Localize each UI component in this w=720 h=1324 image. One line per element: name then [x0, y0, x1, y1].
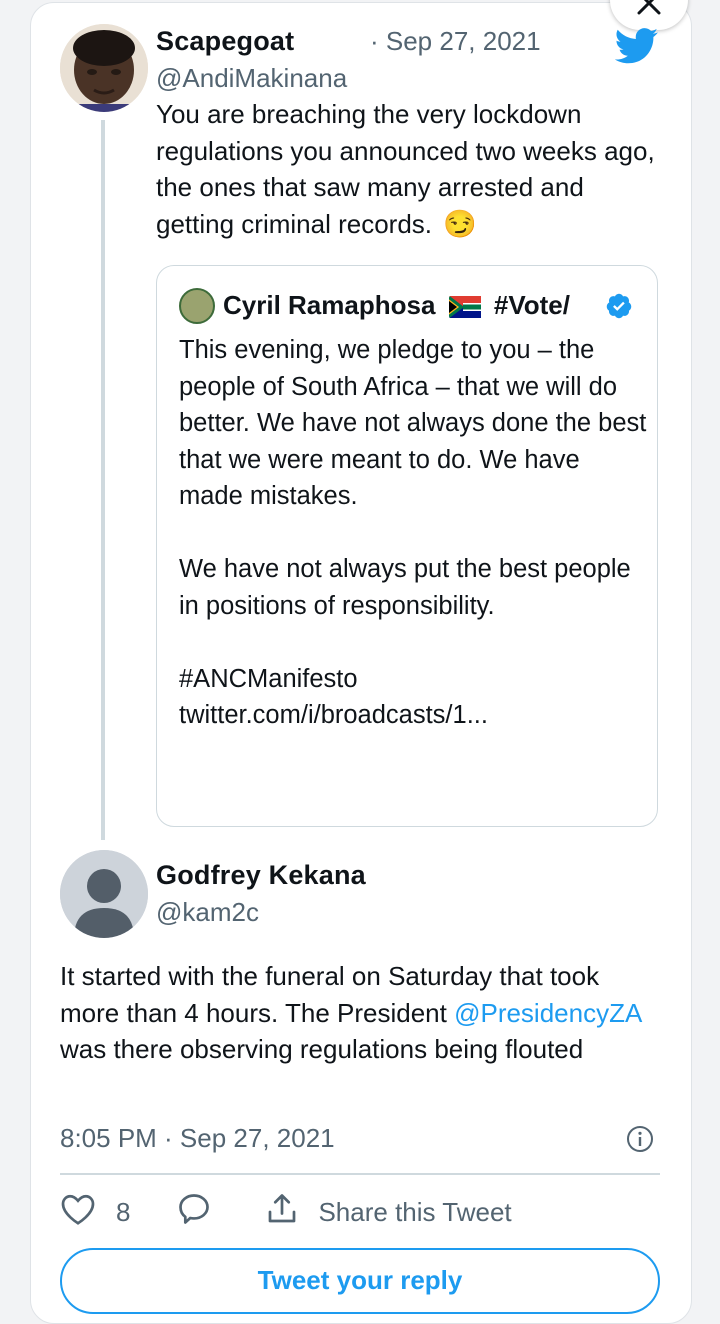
- tweet-your-reply-button[interactable]: Tweet your reply: [60, 1248, 660, 1314]
- heart-icon: [60, 1192, 96, 1233]
- main-timestamp[interactable]: 8:05 PM · Sep 27, 2021: [60, 1123, 335, 1154]
- quoted-name-text: Cyril Ramaphosa: [223, 290, 436, 320]
- thread-line: [101, 120, 105, 840]
- quoted-text: This evening, we pledge to you – the peo…: [179, 336, 647, 729]
- avatar-scapegoat[interactable]: [60, 24, 148, 112]
- like-count: 8: [116, 1196, 131, 1227]
- close-icon: [629, 0, 669, 26]
- main-display-name[interactable]: Godfrey Kekana: [156, 860, 366, 891]
- reply-text: You are breaching the very lockdown regu…: [156, 99, 655, 239]
- reply-display-name[interactable]: Scapegoat: [156, 26, 294, 57]
- main-handle[interactable]: @kam2c: [156, 897, 259, 928]
- share-label: Share this Tweet: [318, 1196, 512, 1227]
- reply-date[interactable]: · Sep 27, 2021: [370, 26, 541, 57]
- mention-link[interactable]: @PresidencyZA: [454, 998, 641, 1028]
- quoted-tweet[interactable]: Cyril Ramaphosa #Vote/ This evening, we …: [156, 265, 658, 827]
- verified-badge-icon: [605, 292, 633, 325]
- tweet-actions: 8 Share this Tweet: [60, 1190, 512, 1234]
- share-button[interactable]: Share this Tweet: [264, 1191, 512, 1234]
- like-button[interactable]: 8: [60, 1192, 130, 1233]
- quoted-name-suffix: #Vote/: [493, 290, 570, 320]
- main-text-block: It started with the funeral on Saturday …: [60, 958, 660, 1068]
- reply-bubble-icon: [176, 1191, 212, 1234]
- smirk-emoji: 😏: [443, 208, 477, 239]
- avatar-godfrey-default[interactable]: [60, 850, 148, 938]
- main-text-part2: was there observing regulations being fl…: [60, 1034, 584, 1064]
- reply-text-block: You are breaching the very lockdown regu…: [156, 96, 661, 242]
- divider: [60, 1173, 660, 1175]
- share-icon: [264, 1191, 300, 1234]
- twitter-bird-icon: [614, 28, 659, 69]
- sa-flag-icon: [447, 294, 481, 325]
- quoted-display-name: Cyril Ramaphosa #Vote/: [223, 290, 601, 325]
- avatar-ramaphosa: [179, 288, 215, 324]
- reply-handle[interactable]: @AndiMakinana: [156, 63, 347, 94]
- reply-icon-button[interactable]: [176, 1191, 212, 1234]
- info-icon[interactable]: [626, 1125, 654, 1158]
